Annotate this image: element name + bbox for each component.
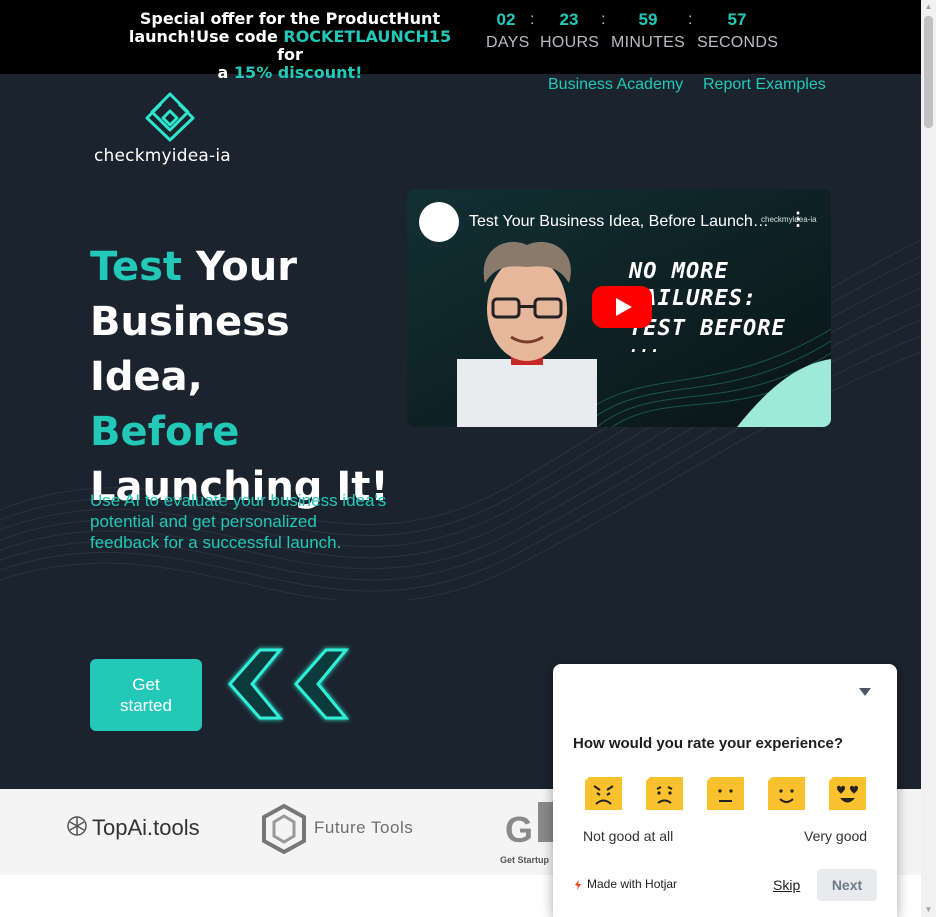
hero-word: Before: [90, 409, 240, 455]
countdown-label: SECONDS: [697, 34, 779, 51]
countdown-separator: :: [530, 11, 535, 28]
next-label: Next: [831, 877, 863, 893]
double-chevron-left-icon: [227, 648, 350, 720]
more-options-icon[interactable]: ⋮: [789, 209, 807, 230]
hero-word: Your: [182, 244, 297, 290]
countdown-label: DAYS: [486, 34, 530, 51]
topai-logo-text[interactable]: TopAi.tools: [92, 815, 200, 841]
promo-line: launch!Use code: [128, 27, 284, 46]
countdown-seconds: 57 SECONDS: [697, 10, 779, 52]
countdown-separator: :: [601, 11, 606, 28]
countdown-label: MINUTES: [611, 34, 686, 51]
brand-name[interactable]: checkmyidea-ia: [94, 146, 231, 166]
video-player[interactable]: Test Your Business Idea, Before Launchin…: [407, 189, 831, 427]
promo-text: Special offer for the ProductHunt launch…: [120, 10, 460, 82]
promo-line: Special offer for the ProductHunt: [139, 9, 441, 28]
countdown-value: 23: [559, 10, 579, 29]
getstartup-logo-text: Get Startup: [500, 855, 550, 865]
hero-word: Test: [90, 244, 183, 290]
promo-line: a: [217, 63, 234, 82]
scrollbar-thumb[interactable]: [924, 16, 933, 128]
survey-high-label: Very good: [804, 828, 868, 844]
smiling-face-icon[interactable]: [766, 775, 807, 812]
presenter-figure: [457, 241, 597, 427]
collapse-chevron-icon[interactable]: [858, 686, 872, 698]
page-scrollbar[interactable]: [921, 0, 936, 917]
play-button-icon[interactable]: [592, 286, 652, 328]
nav-business-academy[interactable]: Business Academy: [548, 76, 683, 94]
hotjar-logo-icon: [575, 880, 581, 890]
countdown-value: 57: [727, 10, 747, 29]
feedback-survey-widget: How would you rate your experience? Not …: [553, 664, 897, 917]
svg-text:G: G: [505, 809, 533, 850]
scroll-down-arrow-icon[interactable]: ▼: [924, 906, 933, 914]
neutral-face-icon[interactable]: [705, 775, 746, 812]
made-with-hotjar-link[interactable]: Made with Hotjar: [587, 877, 677, 891]
next-button[interactable]: Next: [817, 869, 877, 901]
survey-low-label: Not good at all: [583, 828, 674, 844]
skip-button[interactable]: Skip: [773, 877, 800, 893]
channel-avatar[interactable]: [419, 202, 459, 242]
nav-report-examples[interactable]: Report Examples: [703, 76, 826, 94]
promo-code: ROCKETLAUNCH15: [283, 27, 452, 46]
promo-discount: 15% discount!: [233, 63, 363, 82]
hero-word: Business Idea,: [90, 299, 290, 400]
promo-line: for: [277, 45, 303, 64]
countdown-value: 02: [496, 10, 516, 29]
hero-heading: Test Your Business Idea, Before Launchin…: [90, 240, 410, 515]
video-overlay-text: ...: [629, 337, 661, 356]
countdown-separator: :: [688, 11, 693, 28]
futuretools-logo-text[interactable]: Future Tools: [314, 818, 413, 838]
countdown-days: 02 DAYS: [486, 10, 530, 52]
countdown-label: HOURS: [540, 34, 600, 51]
frowning-face-icon[interactable]: [644, 775, 685, 812]
topai-logo-icon: [67, 816, 87, 836]
get-started-button[interactable]: Get started: [90, 659, 202, 731]
angry-face-icon[interactable]: [583, 775, 624, 812]
promo-banner: Special offer for the ProductHunt launch…: [0, 0, 921, 82]
countdown-value: 59: [638, 10, 658, 29]
scroll-up-arrow-icon[interactable]: ▲: [924, 3, 933, 11]
get-started-label: Get started: [120, 675, 172, 715]
hero-subtitle: Use AI to evaluate your business idea's …: [90, 491, 387, 552]
heart-eyes-face-icon[interactable]: [827, 775, 868, 812]
countdown-minutes: 59 MINUTES: [611, 10, 685, 52]
countdown-hours: 23 HOURS: [540, 10, 600, 52]
survey-question: How would you rate your experience?: [573, 735, 844, 752]
video-title[interactable]: Test Your Business Idea, Before Launchin…: [469, 213, 769, 231]
video-overlay-text: NO MORE: [629, 259, 729, 284]
